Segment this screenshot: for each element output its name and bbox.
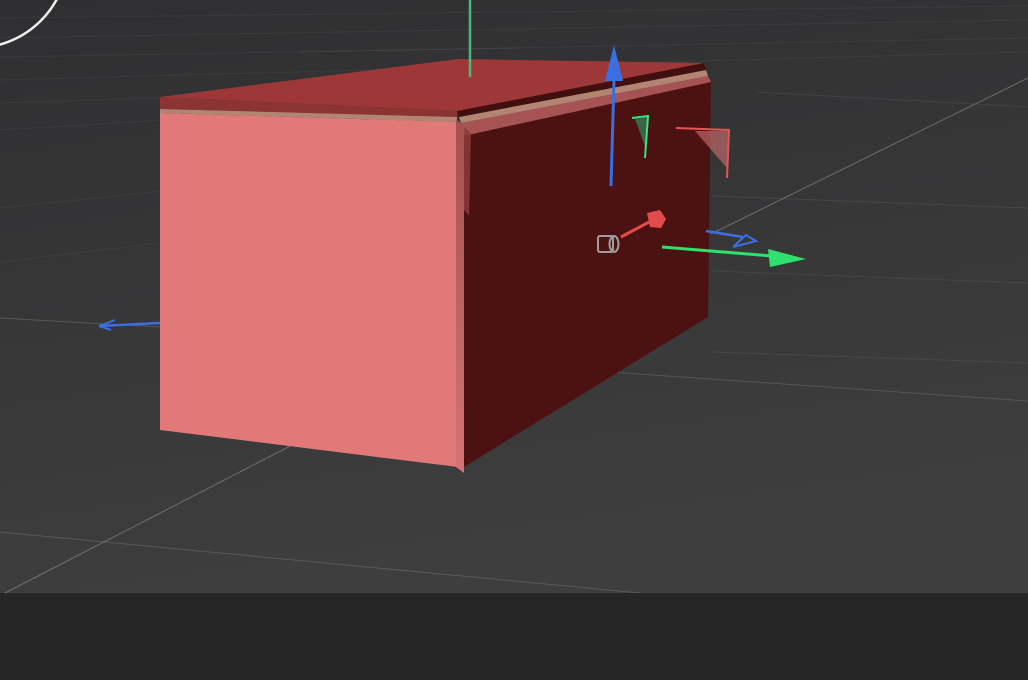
box-front-face[interactable] — [160, 113, 458, 467]
bottom-panel — [0, 593, 1028, 680]
box-front-edge[interactable] — [456, 119, 464, 473]
viewport[interactable] — [0, 0, 1028, 680]
